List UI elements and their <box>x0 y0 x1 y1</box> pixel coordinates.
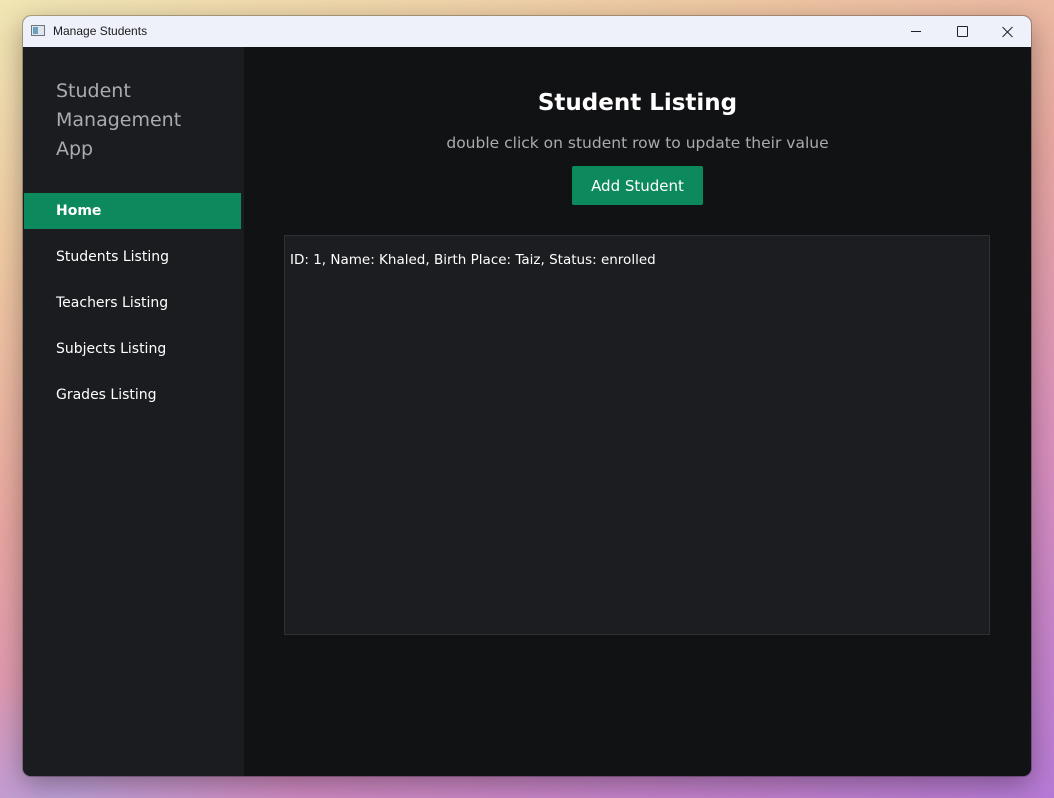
page-title: Student Listing <box>537 90 738 116</box>
app-title: Student Management App <box>56 80 182 160</box>
close-icon <box>1002 26 1014 38</box>
minimize-button[interactable] <box>893 16 939 47</box>
sidebar: Student Management App Home Students Lis… <box>23 47 244 776</box>
list-item[interactable]: ID: 1, Name: Khaled, Birth Place: Taiz, … <box>290 252 656 268</box>
window-title: Manage Students <box>53 24 148 38</box>
add-student-button[interactable]: Add Student <box>572 166 703 205</box>
minimize-icon <box>911 31 921 32</box>
student-list[interactable]: ID: 1, Name: Khaled, Birth Place: Taiz, … <box>284 235 990 635</box>
sidebar-item-label: Home <box>56 203 102 219</box>
sidebar-item-grades-listing[interactable]: Grades Listing <box>24 377 241 413</box>
sidebar-item-label: Grades Listing <box>56 387 157 403</box>
sidebar-item-label: Teachers Listing <box>56 295 169 311</box>
close-button[interactable] <box>985 16 1031 47</box>
sidebar-item-label: Subjects Listing <box>56 341 167 357</box>
app-window: Manage Students Student Management App H… <box>23 16 1031 776</box>
main-content: Student Listing double click on student … <box>244 47 1031 776</box>
sidebar-item-home[interactable]: Home <box>24 193 241 229</box>
sidebar-item-students-listing[interactable]: Students Listing <box>24 239 241 275</box>
sidebar-item-subjects-listing[interactable]: Subjects Listing <box>24 331 241 367</box>
app-window-icon <box>31 25 45 36</box>
title-bar[interactable]: Manage Students <box>23 16 1031 47</box>
maximize-icon <box>956 26 968 37</box>
sidebar-item-teachers-listing[interactable]: Teachers Listing <box>24 285 241 321</box>
maximize-button[interactable] <box>939 16 985 47</box>
sidebar-item-label: Students Listing <box>56 249 169 265</box>
page-subtitle: double click on student row to update th… <box>446 134 829 152</box>
